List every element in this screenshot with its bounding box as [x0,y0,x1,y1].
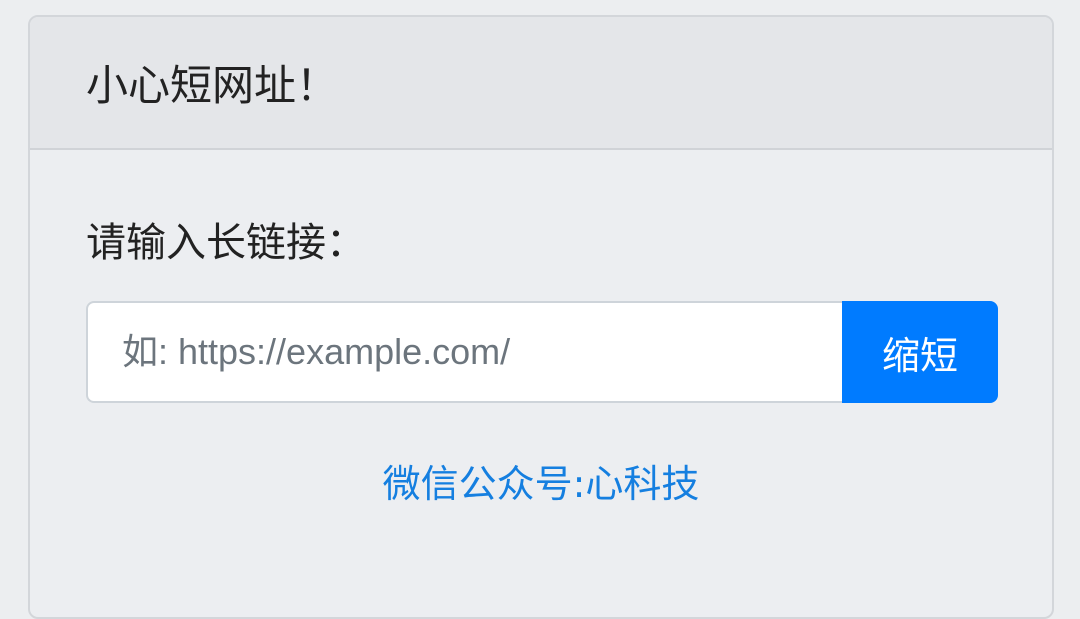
card-header: 小心短网址！ [30,17,1052,150]
shortener-card: 小心短网址！ 请输入长链接： 缩短 微信公众号:心科技 [28,15,1054,619]
url-input-group: 缩短 [86,301,998,403]
page-title: 小心短网址！ [86,61,339,110]
url-label: 请输入长链接： [86,220,366,266]
shorten-button[interactable]: 缩短 [842,301,998,403]
long-url-input[interactable] [86,301,842,403]
wechat-link[interactable]: 微信公众号:心科技 [30,453,1052,508]
